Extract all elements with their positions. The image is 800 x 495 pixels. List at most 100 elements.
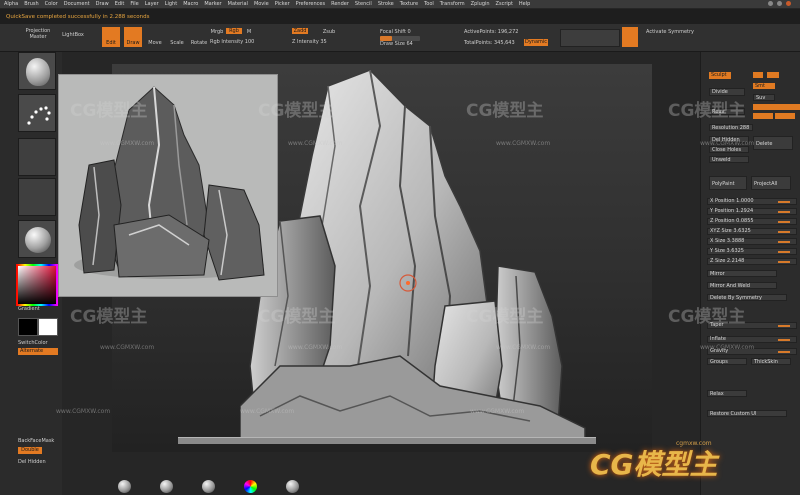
- menu-item-picker[interactable]: Picker: [275, 1, 290, 7]
- del-hidden-left-button[interactable]: Del Hidden: [18, 459, 46, 465]
- rock-sculpt-model[interactable]: [240, 66, 600, 441]
- toggle-a-button[interactable]: [753, 72, 763, 78]
- projection-master-button[interactable]: Projection Master: [18, 28, 58, 40]
- menu-item-transform[interactable]: Transform: [440, 1, 465, 7]
- alpha-thumbnail[interactable]: [18, 138, 56, 176]
- sculpt-button[interactable]: Sculpt: [709, 72, 731, 79]
- mirror-button[interactable]: Mirror: [707, 270, 777, 277]
- menu-item-preferences[interactable]: Preferences: [296, 1, 325, 7]
- toggle-b-button[interactable]: [767, 72, 779, 78]
- menu-item-layer[interactable]: Layer: [145, 1, 159, 7]
- menu-item-zscript[interactable]: Zscript: [496, 1, 513, 7]
- divide-button[interactable]: Divide: [709, 88, 745, 96]
- smt-button[interactable]: Smt: [753, 83, 775, 89]
- menu-item-color[interactable]: Color: [45, 1, 58, 7]
- texture-thumbnail[interactable]: [18, 178, 56, 216]
- subdiv-slider[interactable]: [753, 104, 800, 110]
- x-size-slider[interactable]: X Size 3.3888: [707, 238, 797, 245]
- close-holes-button[interactable]: Close Holes: [709, 146, 749, 153]
- draw-button[interactable]: Draw: [124, 27, 142, 47]
- lower-res-button[interactable]: [753, 113, 773, 119]
- material-ball-icon-3[interactable]: [202, 480, 215, 493]
- y-size-slider[interactable]: Y Size 3.6325: [707, 248, 797, 255]
- color-swatch-button[interactable]: [622, 27, 638, 47]
- dynamic-button[interactable]: Dynamic: [524, 39, 548, 46]
- material-ball-icon-2[interactable]: [160, 480, 173, 493]
- secondary-color-swatch[interactable]: [38, 318, 58, 336]
- main-color-swatch[interactable]: [18, 318, 38, 336]
- close-icon[interactable]: [786, 1, 791, 6]
- lightbox-button[interactable]: LightBox: [60, 32, 86, 38]
- m-button[interactable]: M: [244, 29, 254, 35]
- menu-item-movie[interactable]: Movie: [254, 1, 269, 7]
- menu-item-brush[interactable]: Brush: [24, 1, 38, 7]
- alternate-button[interactable]: Alternate: [18, 348, 58, 355]
- relax-button[interactable]: Relax: [707, 390, 747, 397]
- focal-shift-slider[interactable]: Focal Shift 0: [380, 29, 424, 35]
- edit-button[interactable]: Edit: [102, 27, 120, 47]
- backface-mask-button[interactable]: BackFaceMask: [18, 438, 54, 444]
- z-position-slider[interactable]: Z Position 0.0855: [707, 218, 797, 225]
- delete-button[interactable]: Delete: [753, 136, 793, 150]
- polypaint-button[interactable]: PolyPaint: [709, 176, 747, 190]
- menu-item-material[interactable]: Material: [228, 1, 248, 7]
- menu-item-marker[interactable]: Marker: [204, 1, 221, 7]
- gradient-label[interactable]: Gradient: [18, 306, 40, 312]
- menu-item-file[interactable]: File: [130, 1, 138, 7]
- x-position-slider[interactable]: X Position 1.0000: [707, 198, 797, 205]
- scale-button[interactable]: Scale: [168, 40, 186, 46]
- material-ball-icon-1[interactable]: [118, 480, 131, 493]
- menu-item-draw[interactable]: Draw: [96, 1, 109, 7]
- color-picker[interactable]: [16, 264, 58, 306]
- inflate-slider[interactable]: Inflate: [707, 336, 797, 343]
- rotate-button[interactable]: Rotate: [190, 40, 208, 46]
- menu-item-document[interactable]: Document: [64, 1, 90, 7]
- zsub-button[interactable]: Zsub: [322, 29, 336, 35]
- menu-item-render[interactable]: Render: [331, 1, 349, 7]
- rgb-button[interactable]: Rgb: [226, 28, 242, 34]
- groups-button[interactable]: Groups: [707, 358, 747, 365]
- y-position-slider[interactable]: Y Position 1.2924: [707, 208, 797, 215]
- watermark-url: www.CGMXW.com: [100, 140, 155, 147]
- mrgb-button[interactable]: Mrgb: [210, 29, 224, 35]
- menu-item-stencil[interactable]: Stencil: [355, 1, 372, 7]
- maximize-icon[interactable]: [777, 1, 782, 6]
- switch-color-button[interactable]: SwitchColor: [18, 340, 48, 346]
- menu-item-zplugin[interactable]: Zplugin: [471, 1, 490, 7]
- menu-item-light[interactable]: Light: [165, 1, 177, 7]
- color-wheel-icon[interactable]: [244, 480, 257, 493]
- menu-item-macro[interactable]: Macro: [183, 1, 198, 7]
- watermark-logo: CG模型主: [668, 307, 746, 327]
- menu-item-tool[interactable]: Tool: [424, 1, 434, 7]
- resolution-slider[interactable]: Resolution 288: [709, 124, 753, 131]
- delete-by-symmetry-button[interactable]: Delete By Symmetry: [707, 294, 787, 301]
- z-intensity-slider[interactable]: Z Intensity 35: [292, 39, 342, 45]
- brush-thumbnail[interactable]: [18, 52, 56, 90]
- menu-item-texture[interactable]: Texture: [400, 1, 418, 7]
- restore-custom-ui-button[interactable]: Restore Custom UI: [707, 410, 787, 417]
- material-thumbnail[interactable]: [18, 220, 56, 258]
- minimize-icon[interactable]: [768, 1, 773, 6]
- watermark-logo: CG模型主: [258, 307, 336, 327]
- unweld-button[interactable]: Unweld: [709, 156, 749, 163]
- suv-button[interactable]: Suv: [753, 94, 775, 101]
- xyz-size-slider[interactable]: XYZ Size 3.6325: [707, 228, 797, 235]
- thickskin-button[interactable]: ThickSkin: [751, 358, 791, 365]
- double-button[interactable]: Double: [18, 447, 42, 454]
- menu-item-edit[interactable]: Edit: [115, 1, 125, 7]
- zadd-button[interactable]: Zadd: [292, 28, 308, 34]
- higher-res-button[interactable]: [775, 113, 795, 119]
- draw-size-slider[interactable]: Draw Size 64: [380, 41, 424, 47]
- stroke-thumbnail[interactable]: [18, 94, 56, 132]
- menu-item-help[interactable]: Help: [519, 1, 530, 7]
- z-size-slider[interactable]: Z Size 2.2148: [707, 258, 797, 265]
- rgb-intensity-slider[interactable]: Rgb Intensity 100: [210, 39, 258, 45]
- brand-logo: CG模型主: [590, 448, 718, 481]
- activate-symmetry-button[interactable]: Activate Symmetry: [646, 29, 700, 35]
- mirror-and-weld-button[interactable]: Mirror And Weld: [707, 282, 777, 289]
- menu-item-alpha[interactable]: Alpha: [4, 1, 18, 7]
- project-all-button[interactable]: ProjectAll: [751, 176, 791, 190]
- menu-item-stroke[interactable]: Stroke: [378, 1, 394, 7]
- material-ball-icon-4[interactable]: [286, 480, 299, 493]
- move-button[interactable]: Move: [146, 40, 164, 46]
